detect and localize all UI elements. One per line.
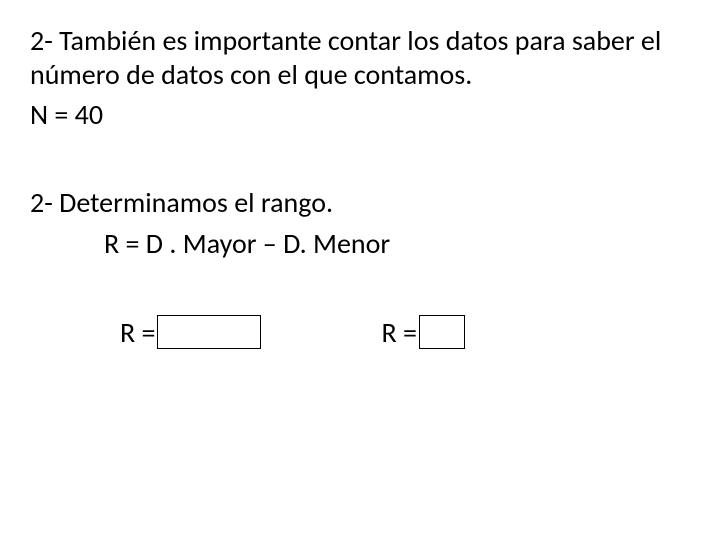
equation-1-label: R = [120,315,155,350]
step2-equations-row: R = R = [30,315,690,350]
equation-1: R = [120,315,261,350]
equation-1-box [157,315,261,349]
step2-block: 2- Determinamos el rango. R = D . Mayor … [30,186,690,349]
step2-formula: R = D . Mayor – D. Menor [30,227,690,261]
step2-title: 2- Determinamos el rango. [30,186,690,220]
slide: 2- También es importante contar los dato… [0,0,720,540]
step1-description: 2- También es importante contar los dato… [30,24,690,92]
equation-2-label: R = [381,315,416,350]
equation-2-box [419,315,465,349]
step1-n-value: N = 40 [30,98,690,132]
equation-2: R = [381,315,464,350]
